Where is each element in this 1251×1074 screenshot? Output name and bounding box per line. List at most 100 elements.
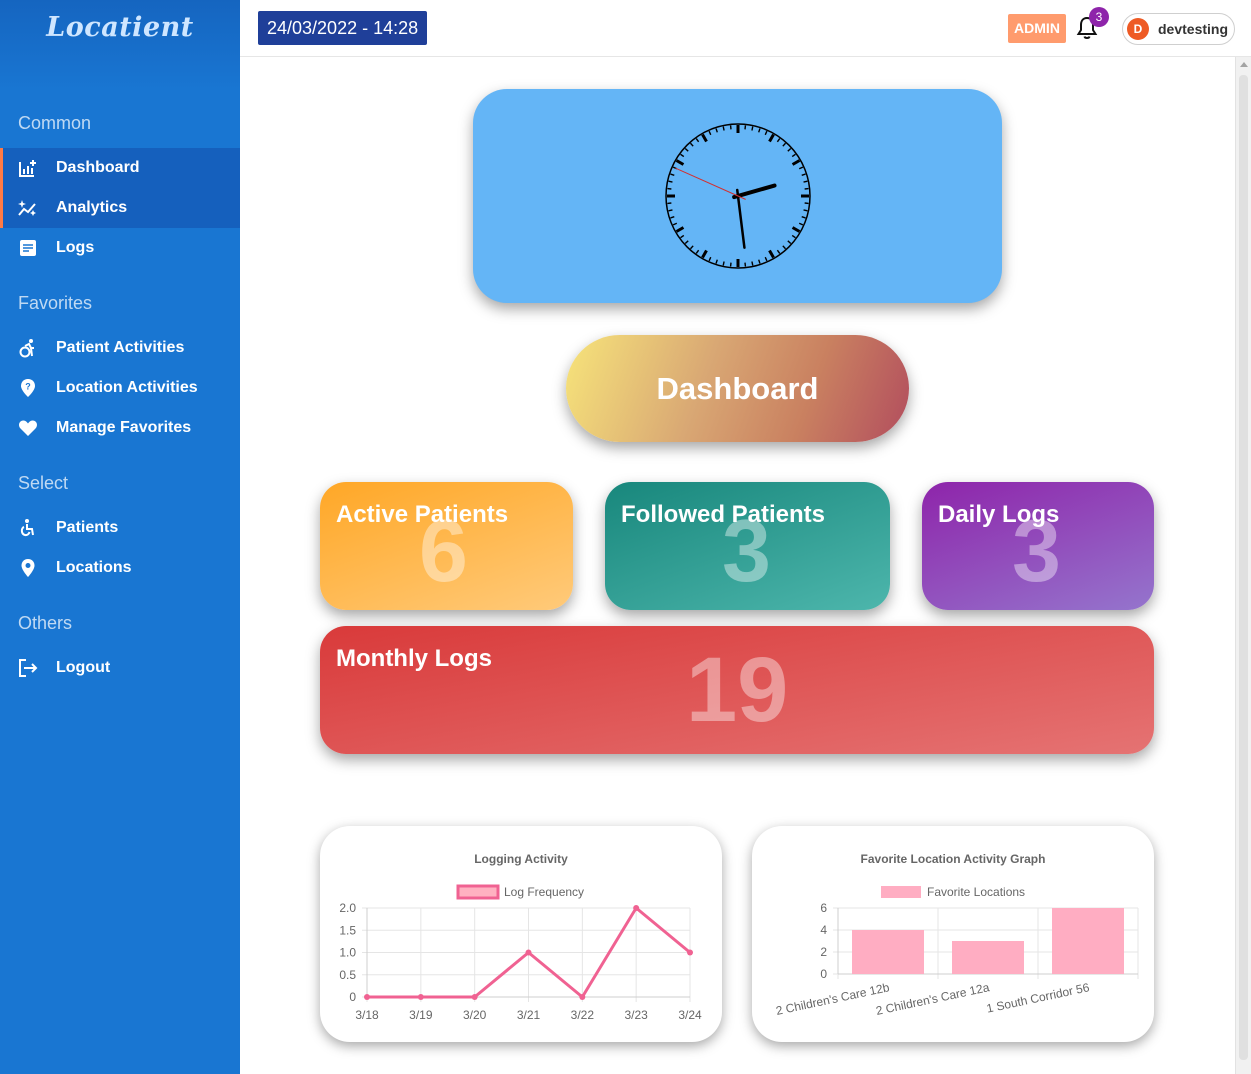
y-tick-label: 0.5 <box>339 968 356 982</box>
chart-card-logging-activity: Logging Activity Log Frequency 3/18 3/19 3/2… <box>320 826 722 1042</box>
clock-tick <box>768 249 775 259</box>
chart-card-favorite-locations: Favorite Location Activity Graph Favorite… <box>752 826 1154 1042</box>
clock-tick <box>791 159 801 166</box>
clock-tick <box>715 128 718 133</box>
section-title-favorites: Favorites <box>18 293 93 313</box>
clock-tick <box>684 147 689 152</box>
x-tick-label: 1 South Corridor 56 <box>985 980 1091 1016</box>
bar <box>952 941 1024 974</box>
clock-tick <box>675 226 685 233</box>
clock-tick <box>680 234 685 239</box>
svg-text:?: ? <box>25 382 31 392</box>
section-title-others: Others <box>18 613 73 633</box>
clock-tick <box>776 249 781 254</box>
clock-tick <box>708 130 712 136</box>
clock-tick <box>803 180 808 183</box>
bar <box>852 930 924 974</box>
y-tick-label: 1.0 <box>339 946 356 960</box>
brand-logo[interactable]: Locatient <box>0 12 240 43</box>
y-tick-label: 0 <box>349 990 356 1004</box>
vertical-scrollbar[interactable] <box>1235 57 1251 1074</box>
avatar: D <box>1127 18 1149 40</box>
x-tick-label: 3/24 <box>678 1008 702 1022</box>
sidebar-item-patients[interactable]: Patients <box>0 508 240 548</box>
notification-count-badge: 3 <box>1089 7 1109 27</box>
stat-card-monthly-logs[interactable]: Monthly Logs 19 <box>320 626 1154 754</box>
sidebar-item-analytics[interactable]: Analytics <box>0 188 240 228</box>
x-tick-label: 3/21 <box>517 1008 541 1022</box>
clock-tick <box>751 261 754 266</box>
dashboard-chart-icon <box>19 160 36 177</box>
clock-tick <box>675 159 685 166</box>
section-title-common: Common <box>18 113 92 133</box>
stat-title: Active Patients <box>336 501 509 528</box>
clock-tick <box>803 209 808 212</box>
data-point <box>525 949 532 956</box>
user-name: devtesting <box>1158 21 1229 37</box>
y-tick-label: 2 <box>820 945 827 959</box>
clock-second-hand <box>675 167 746 200</box>
scrollbar-thumb[interactable] <box>1239 75 1248 1060</box>
clock-tick <box>791 234 796 239</box>
x-tick-label: 3/18 <box>355 1008 379 1022</box>
x-tick-label: 3/19 <box>409 1008 433 1022</box>
sidebar-item-label: Logout <box>56 659 111 676</box>
clock-tick <box>776 138 781 143</box>
brand-header: Locatient <box>0 0 240 90</box>
y-tick-label: 0 <box>820 967 827 981</box>
data-point <box>687 949 693 956</box>
chart-title: Logging Activity <box>474 852 568 866</box>
clock-tick <box>668 180 673 183</box>
accessible-forward-icon <box>19 339 34 358</box>
clock-tick <box>798 222 804 226</box>
section-title-select: Select <box>18 473 69 493</box>
sidebar-item-location-activities[interactable]: ? Location Activities <box>0 368 240 408</box>
clock-tick <box>701 133 708 143</box>
clock-tick <box>764 256 768 262</box>
data-point <box>364 994 370 1000</box>
legend-swatch <box>456 884 500 900</box>
clock-tick <box>670 216 675 219</box>
data-point <box>633 905 640 911</box>
clock-tick <box>695 249 700 254</box>
clock-tick <box>722 126 725 131</box>
sidebar-item-manage-favorites[interactable]: Manage Favorites <box>0 408 240 448</box>
x-tick-label: 3/23 <box>624 1008 648 1022</box>
sidebar-item-label: Manage Favorites <box>56 419 192 436</box>
stat-title: Followed Patients <box>621 501 826 528</box>
legend-label: Log Frequency <box>504 885 584 899</box>
sidebar-item-patient-activities[interactable]: Patient Activities <box>0 328 240 368</box>
sidebar-item-locations[interactable]: Locations <box>0 548 240 588</box>
stat-title: Daily Logs <box>938 501 1060 528</box>
stat-title: Monthly Logs <box>336 645 492 672</box>
clock-tick <box>695 138 700 143</box>
logging-activity-chart: Logging Activity Log Frequency 3/18 3/19 3/2… <box>339 852 702 1022</box>
sidebar-item-label: Patients <box>56 519 119 536</box>
sidebar-item-label: Logs <box>56 239 95 256</box>
clock-hour-hand <box>732 183 777 200</box>
clock-tick <box>689 245 694 250</box>
sidebar-item-logout[interactable]: Logout <box>0 648 240 688</box>
clock-tick <box>701 249 708 259</box>
clock-tick <box>672 222 678 226</box>
sidebar-item-logs[interactable]: Logs <box>0 228 240 268</box>
clock-tick <box>787 240 792 245</box>
legend-label: Favorite Locations <box>927 885 1025 899</box>
sidebar-item-label: Patient Activities <box>56 339 185 356</box>
clock-tick <box>801 173 806 176</box>
stat-card-followed-patients[interactable]: Followed Patients 3 <box>605 482 890 610</box>
sidebar: Locatient Common Dashboard Analytics Log… <box>0 0 240 1074</box>
stat-card-active-patients[interactable]: Active Patients 6 <box>320 482 573 610</box>
analytics-sparkle-icon <box>18 200 36 216</box>
y-tick-label: 4 <box>820 923 827 937</box>
clock-tick <box>782 142 787 147</box>
user-menu-button[interactable]: D devtesting <box>1122 13 1235 45</box>
sidebar-item-dashboard[interactable]: Dashboard <box>0 148 240 188</box>
clock-tick <box>768 133 775 143</box>
clock-tick <box>764 130 768 136</box>
clock-tick <box>791 153 796 158</box>
stat-card-daily-logs[interactable]: Daily Logs 3 <box>922 482 1154 610</box>
clock-tick <box>708 256 712 262</box>
scroll-up-arrow-icon[interactable] <box>1240 62 1248 67</box>
clock-tick <box>758 259 761 264</box>
